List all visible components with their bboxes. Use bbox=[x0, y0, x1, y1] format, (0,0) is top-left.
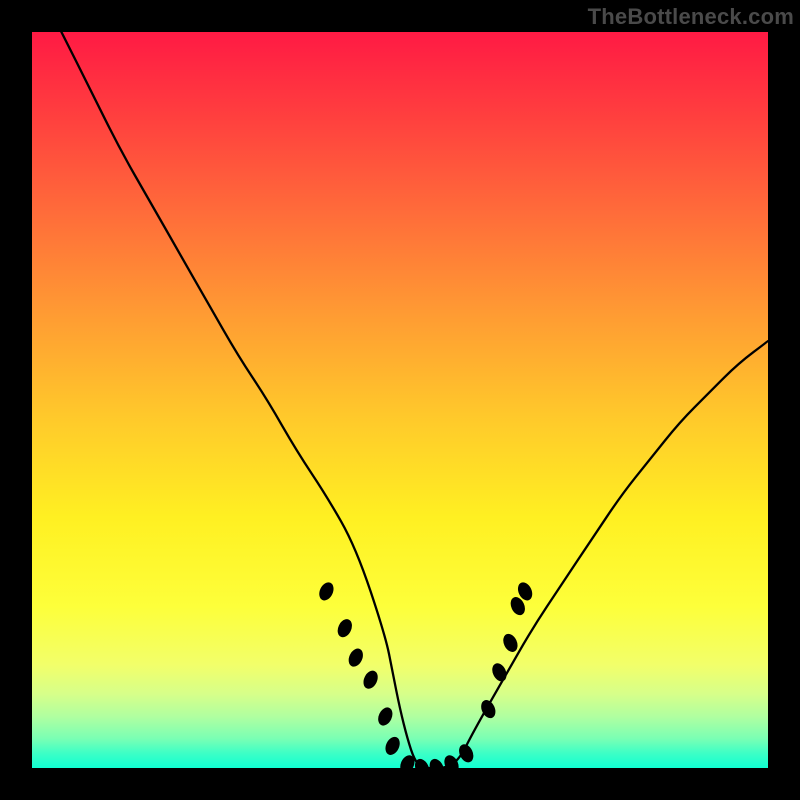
bottleneck-curve bbox=[61, 32, 768, 768]
curve-marker bbox=[316, 580, 336, 603]
plot-area bbox=[32, 32, 768, 768]
curve-marker bbox=[361, 668, 381, 691]
curve-marker bbox=[375, 705, 395, 728]
curve-layer bbox=[32, 32, 768, 768]
curve-marker bbox=[442, 753, 462, 768]
curve-marker bbox=[456, 742, 476, 765]
curve-marker bbox=[427, 757, 447, 768]
curve-marker bbox=[397, 753, 417, 768]
curve-marker bbox=[335, 617, 355, 640]
curve-marker bbox=[500, 632, 520, 655]
curve-marker bbox=[383, 735, 403, 758]
chart-frame: TheBottleneck.com bbox=[0, 0, 800, 800]
watermark-text: TheBottleneck.com bbox=[588, 4, 794, 30]
marker-group bbox=[316, 580, 535, 768]
curve-marker bbox=[346, 646, 366, 669]
